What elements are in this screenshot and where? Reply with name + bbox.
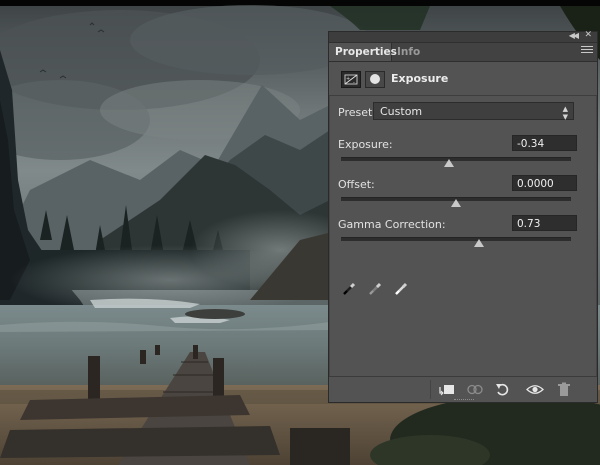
panel-tab-bar: Properties Info [329, 43, 597, 62]
exposure-slider-thumb[interactable] [444, 159, 455, 167]
svg-text:+: + [346, 76, 350, 82]
gamma-correction-label: Gamma Correction: [338, 218, 446, 231]
adjustment-header: + - Exposure [329, 62, 597, 96]
trash-icon[interactable] [554, 381, 574, 398]
offset-value-field[interactable]: 0.0000 [512, 175, 577, 191]
exposure-value-field[interactable]: -0.34 [512, 135, 577, 151]
gamma-correction-value-field[interactable]: 0.73 [512, 215, 577, 231]
panel-footer [329, 376, 597, 402]
gamma-correction-slider-track[interactable] [341, 237, 571, 241]
exposure-slider-track[interactable] [341, 157, 571, 161]
eyedropper-black-icon[interactable] [341, 281, 357, 297]
collapse-panel-icon[interactable]: ◀◀ [569, 31, 579, 40]
gamma-correction-slider-thumb[interactable] [474, 239, 484, 247]
eyedropper-gray-icon[interactable] [367, 281, 383, 297]
preset-label: Preset: [338, 106, 377, 119]
dropdown-arrows-icon: ▲ ▼ [562, 105, 568, 121]
adjustment-title: Exposure [391, 72, 449, 85]
svg-text:-: - [353, 80, 355, 86]
adjustment-layer-icon[interactable]: + - [341, 71, 361, 88]
close-panel-icon[interactable]: ✕ [584, 30, 592, 40]
tab-properties[interactable]: Properties [329, 43, 397, 61]
properties-panel: ◀◀ ✕ Properties Info + - Exposure Preset… [328, 30, 598, 403]
layer-mask-icon[interactable] [365, 71, 385, 88]
panel-menu-icon[interactable] [581, 46, 593, 58]
visibility-eye-icon[interactable] [525, 381, 545, 398]
tab-info[interactable]: Info [391, 43, 426, 61]
panel-resize-grip[interactable] [454, 399, 474, 403]
offset-slider-thumb[interactable] [451, 199, 461, 207]
reset-icon[interactable] [493, 381, 513, 398]
view-previous-state-icon[interactable] [465, 381, 485, 398]
preset-value: Custom [380, 105, 423, 118]
footer-divider [430, 380, 431, 399]
offset-label: Offset: [338, 178, 375, 191]
preset-dropdown[interactable]: Custom ▲ ▼ [373, 102, 574, 121]
panel-title-bar[interactable]: ◀◀ ✕ [329, 30, 597, 43]
eyedropper-white-icon[interactable] [393, 281, 409, 297]
clip-to-layer-icon[interactable] [437, 381, 457, 398]
exposure-label: Exposure: [338, 138, 393, 151]
